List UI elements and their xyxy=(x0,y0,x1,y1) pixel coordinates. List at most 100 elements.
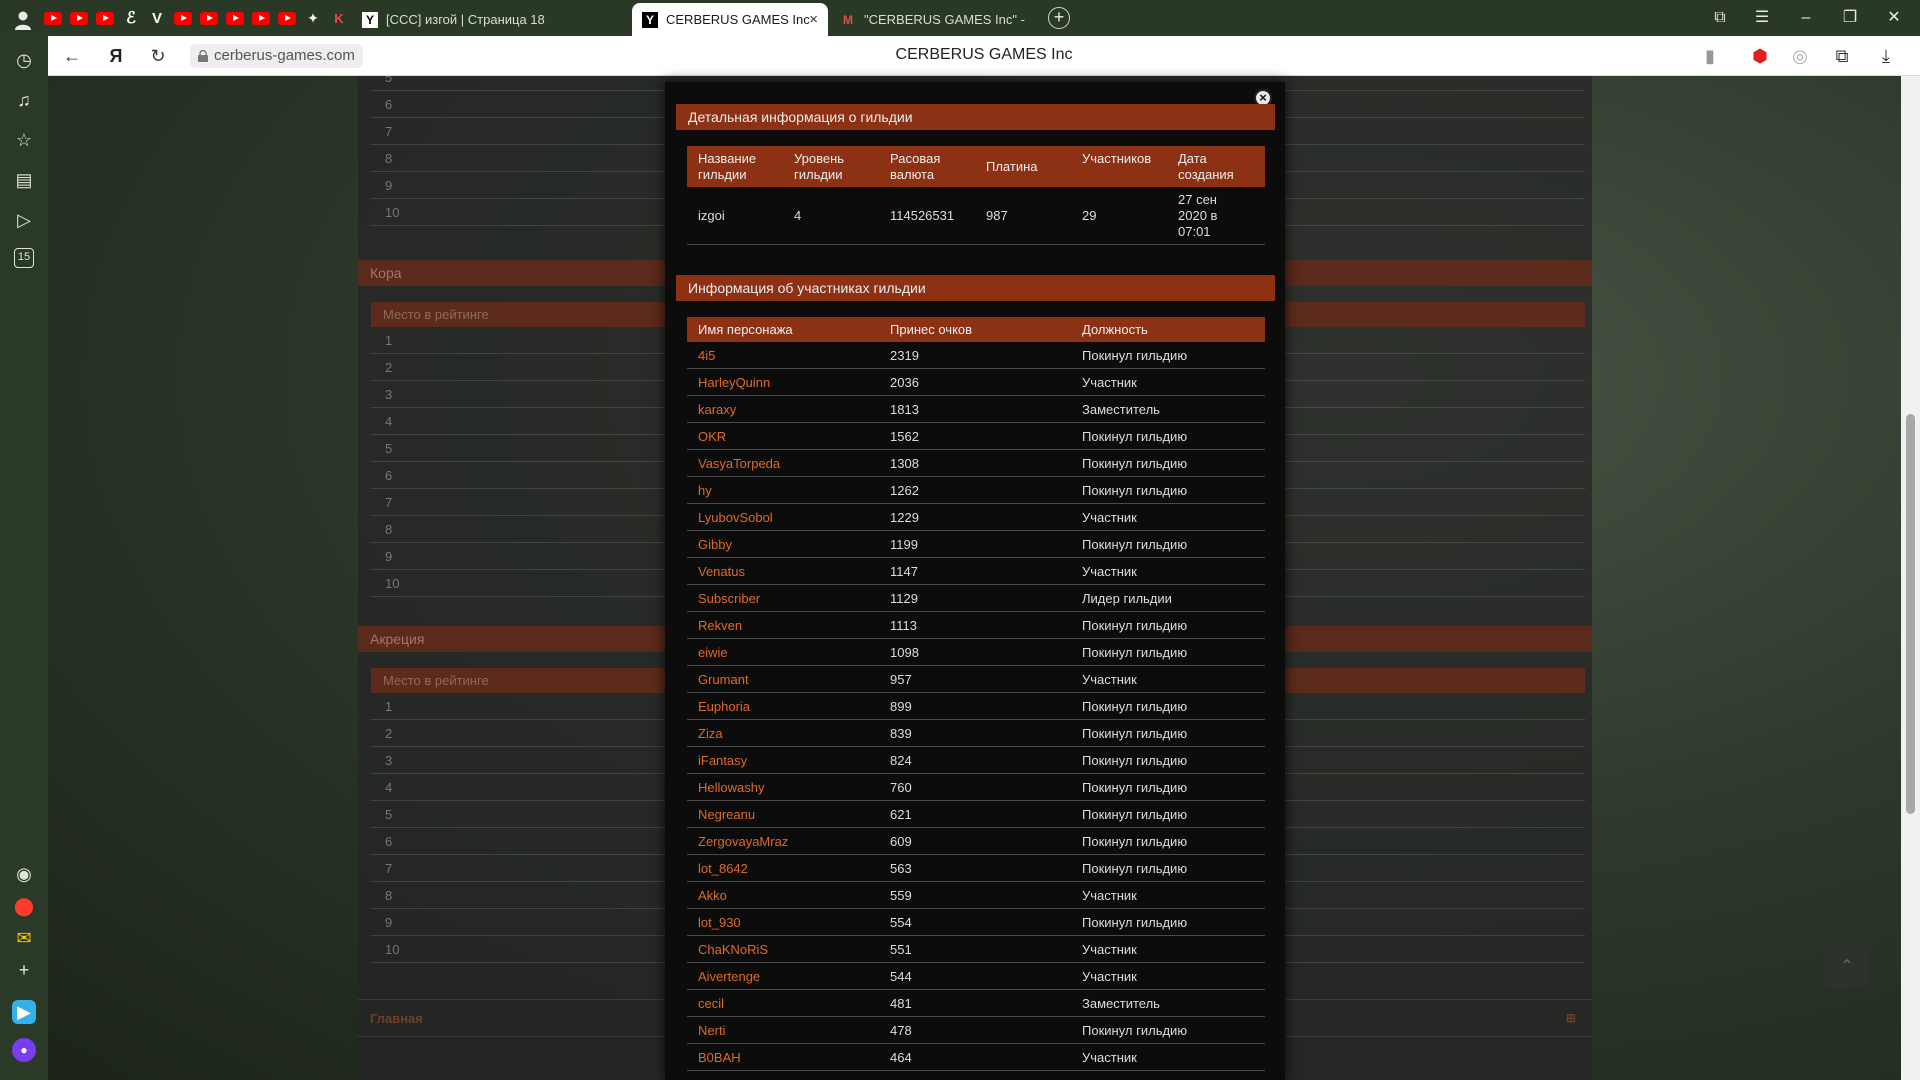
member-role: Участник xyxy=(1082,564,1137,579)
pinned-tab-star-icon[interactable]: ✦ xyxy=(302,8,324,28)
calendar-icon[interactable]: 15 xyxy=(14,248,34,268)
maps-icon[interactable]: ⬤ xyxy=(12,894,36,918)
member-name-link[interactable]: lot_930 xyxy=(698,915,741,930)
member-points: 1308 xyxy=(890,456,919,471)
tab-mail[interactable]: M "CERBERUS GAMES Inc" - xyxy=(830,3,1036,36)
member-points: 1229 xyxy=(890,510,919,525)
member-name-link[interactable]: Rekven xyxy=(698,618,742,633)
mail-icon[interactable]: ✉ xyxy=(12,926,36,950)
member-points: 1113 xyxy=(890,618,917,633)
member-name-link[interactable]: B0BAH xyxy=(698,1050,741,1065)
video-icon[interactable]: ▷ xyxy=(12,208,36,232)
member-name-link[interactable]: VasyaTorpeda xyxy=(698,456,780,471)
messenger-icon[interactable]: ▶ xyxy=(12,1000,36,1024)
guild-table-header: Название гильдии Уровень гильдии Расовая… xyxy=(687,146,1265,187)
extension-icon[interactable]: ◎ xyxy=(1788,44,1812,68)
member-name-link[interactable]: Nerti xyxy=(698,1023,725,1038)
menu-icon[interactable]: ☰ xyxy=(1750,6,1774,30)
guild-info-row: izgoi 4 114526531 987 29 27 сен 2020 в 0… xyxy=(687,187,1265,245)
home-link[interactable]: Главная xyxy=(370,1011,423,1026)
pinned-tab-youtube-icon[interactable] xyxy=(172,8,194,28)
downloads-icon[interactable]: ⤓ xyxy=(1874,44,1898,68)
member-name-link[interactable]: lot_8642 xyxy=(698,861,748,876)
notifications-icon[interactable]: ♫ xyxy=(12,88,36,112)
member-name-link[interactable]: eiwie xyxy=(698,645,728,660)
collections-icon[interactable]: ▤ xyxy=(12,168,36,192)
member-role: Покинул гильдию xyxy=(1082,618,1188,633)
member-name-link[interactable]: cecil xyxy=(698,996,724,1011)
page-scrollbar[interactable] xyxy=(1901,76,1920,1080)
pinned-tab-e-icon[interactable]: ℰ xyxy=(120,8,142,28)
member-name-link[interactable]: 4i5 xyxy=(698,348,715,363)
pinned-tab-youtube-icon[interactable] xyxy=(250,8,272,28)
favorites-icon[interactable]: ☆ xyxy=(12,128,36,152)
pinned-tab-k-icon[interactable]: K xyxy=(328,8,350,28)
member-name-link[interactable]: LyubovSobol xyxy=(698,510,773,525)
scroll-thumb[interactable] xyxy=(1906,414,1915,814)
add-panel-icon[interactable]: + xyxy=(12,958,36,982)
member-name-link[interactable]: Ziza xyxy=(698,726,723,741)
pinned-tab-youtube-icon[interactable] xyxy=(276,8,298,28)
new-tab-button[interactable]: + xyxy=(1048,7,1070,29)
pinned-tab-youtube-icon[interactable] xyxy=(42,8,64,28)
member-name-link[interactable]: Euphoria xyxy=(698,699,750,714)
bookmarks-panel-icon[interactable]: ⧉ xyxy=(1708,6,1732,30)
adblock-extension-icon[interactable]: ⬢ xyxy=(1748,44,1772,68)
alice-assistant-icon[interactable]: ● xyxy=(12,1038,36,1062)
member-name-link[interactable]: ZergovayaMraz xyxy=(698,834,788,849)
minimize-icon[interactable]: – xyxy=(1794,6,1818,30)
member-name-link[interactable]: Grumant xyxy=(698,672,749,687)
member-points: 1147 xyxy=(890,564,918,579)
member-points: 2319 xyxy=(890,348,919,363)
close-window-icon[interactable]: ✕ xyxy=(1882,6,1906,30)
member-name-link[interactable]: Akko xyxy=(698,888,727,903)
bookmark-icon[interactable]: ▮ xyxy=(1698,44,1722,68)
tab-label: "CERBERUS GAMES Inc" - xyxy=(864,12,1025,27)
member-row: 4i5 2319 Покинул гильдию xyxy=(687,342,1265,369)
member-points: 551 xyxy=(890,942,912,957)
pinned-tab-youtube-icon[interactable] xyxy=(94,8,116,28)
history-icon[interactable]: ◷ xyxy=(12,48,36,72)
profile-icon[interactable] xyxy=(12,9,34,31)
member-name-link[interactable]: Venatus xyxy=(698,564,745,579)
reading-list-icon[interactable]: ⧉ xyxy=(1830,44,1854,68)
member-name-link[interactable]: OKR xyxy=(698,429,726,444)
member-role: Покинул гильдию xyxy=(1082,807,1188,822)
member-row: Grumant 957 Участник xyxy=(687,666,1265,693)
member-points: 563 xyxy=(890,861,912,876)
pinned-tab-youtube-icon[interactable] xyxy=(224,8,246,28)
tab-forum[interactable]: Y [CCC] изгой | Страница 18 xyxy=(352,3,630,36)
member-points: 1199 xyxy=(890,537,918,552)
tab-close-icon[interactable]: × xyxy=(809,11,818,28)
timer-icon[interactable]: ◉ xyxy=(12,862,36,886)
member-points: 2036 xyxy=(890,375,919,390)
guild-created-date: 27 сен 2020 в 07:01 xyxy=(1178,192,1218,239)
member-name-link[interactable]: ChaKNoRiS xyxy=(698,942,768,957)
member-name-link[interactable]: Hellowashy xyxy=(698,780,764,795)
member-row: B0BAH 464 Участник xyxy=(687,1044,1265,1071)
member-row: Rekven 1113 Покинул гильдию xyxy=(687,612,1265,639)
scroll-top-button[interactable]: ⌃ xyxy=(1826,946,1868,988)
pinned-tab-youtube-icon[interactable] xyxy=(68,8,90,28)
pinned-tab-v-icon[interactable]: V xyxy=(146,8,168,28)
member-points: 554 xyxy=(890,915,912,930)
member-name-link[interactable]: karaxy xyxy=(698,402,736,417)
member-name-link[interactable]: HarleyQuinn xyxy=(698,375,770,390)
member-row: Subscriber 1129 Лидер гильдии xyxy=(687,585,1265,612)
member-points: 839 xyxy=(890,726,912,741)
guild-race-currency: 114526531 xyxy=(890,208,955,223)
restore-icon[interactable]: ❐ xyxy=(1838,6,1862,30)
member-name-link[interactable]: iFantasy xyxy=(698,753,747,768)
member-name-link[interactable]: Gibby xyxy=(698,537,732,552)
sitemap-icon[interactable]: ⊞ xyxy=(1566,1011,1576,1025)
pinned-tab-youtube-icon[interactable] xyxy=(198,8,220,28)
member-name-link[interactable]: hy xyxy=(698,483,712,498)
member-row: OKR 1562 Покинул гильдию xyxy=(687,423,1265,450)
member-role: Участник xyxy=(1082,888,1137,903)
member-name-link[interactable]: Subscriber xyxy=(698,591,760,606)
member-row: lot_930 554 Покинул гильдию xyxy=(687,909,1265,936)
member-name-link[interactable]: Aivertenge xyxy=(698,969,760,984)
member-name-link[interactable]: Negreanu xyxy=(698,807,755,822)
member-role: Покинул гильдию xyxy=(1082,429,1188,444)
tab-cerberus-active[interactable]: Y CERBERUS GAMES Inc × xyxy=(632,3,828,36)
